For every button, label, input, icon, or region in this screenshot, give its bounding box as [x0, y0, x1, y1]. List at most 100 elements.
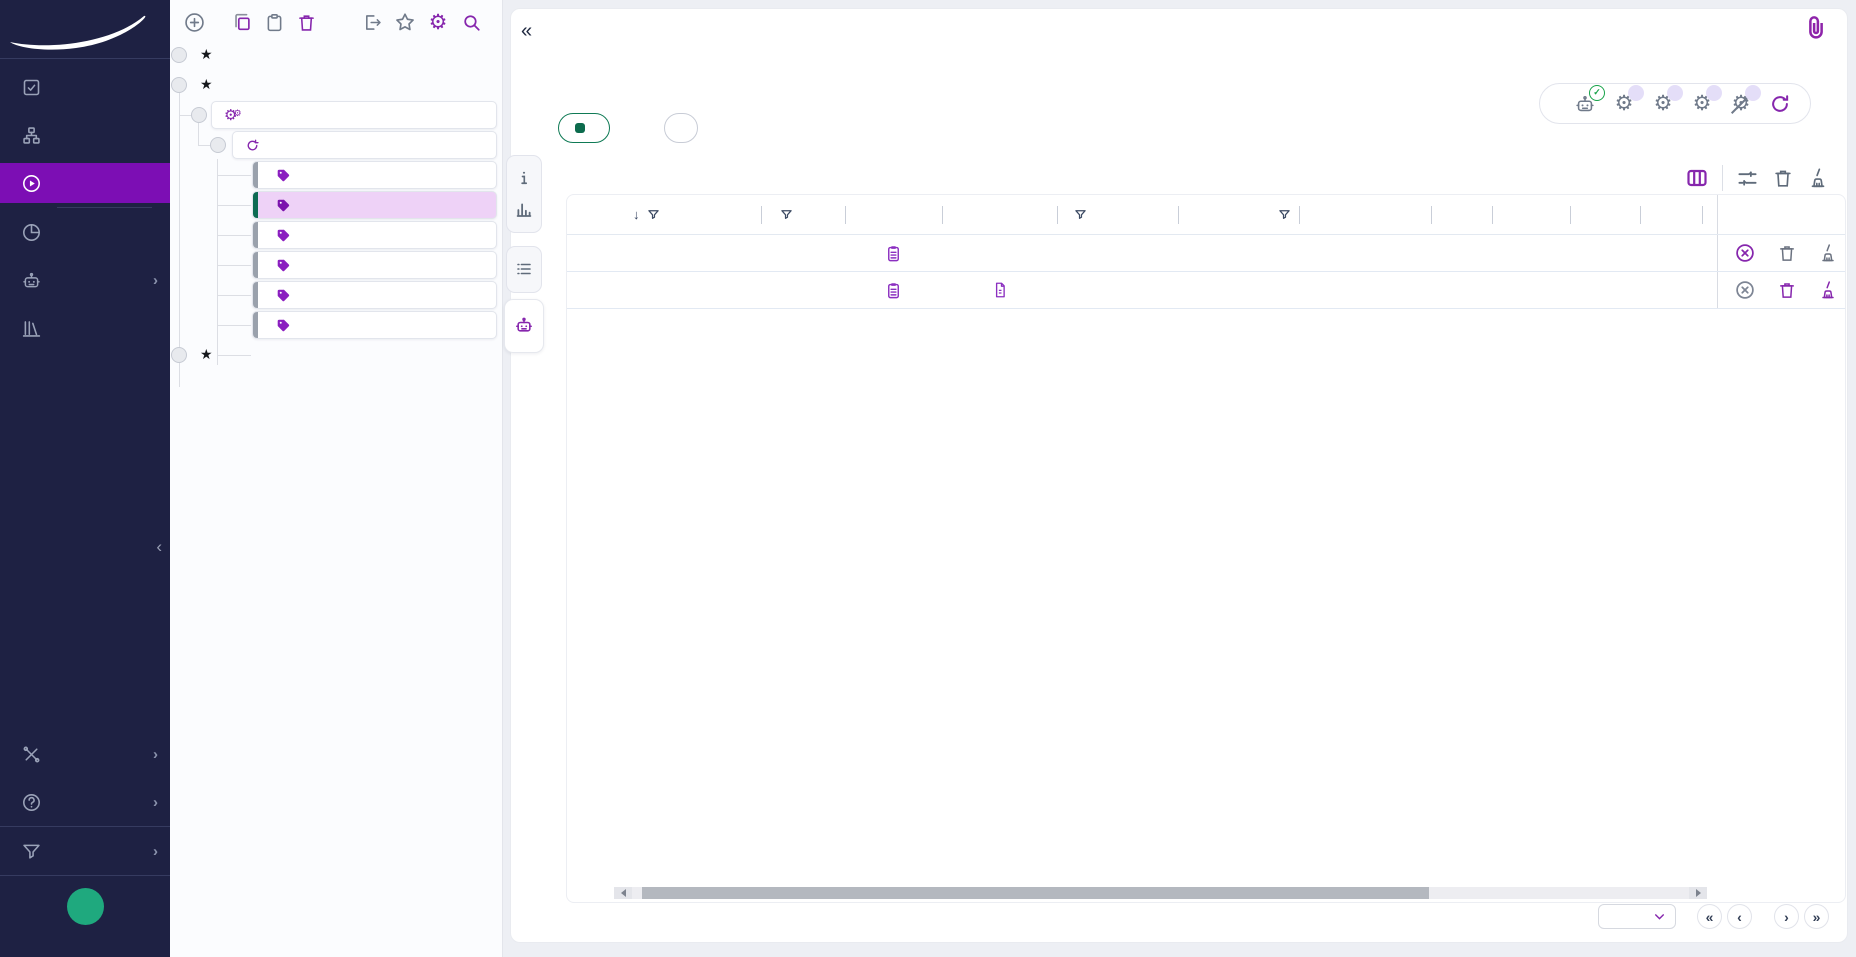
attachments-paperclip-icon[interactable]	[1801, 11, 1831, 45]
page-size-select[interactable]	[1598, 904, 1676, 929]
done-button[interactable]	[664, 113, 698, 143]
previous-page-button[interactable]: ‹	[1727, 904, 1752, 929]
tab-information[interactable]	[515, 169, 533, 187]
execution-status-button[interactable]	[558, 113, 610, 143]
cell-created-by	[1057, 272, 1178, 308]
tree-settings-gear-icon[interactable]: ⚙	[425, 9, 451, 35]
col-modified-on[interactable]	[1299, 195, 1431, 234]
automation-server-robot-icon[interactable]: ✓	[1573, 92, 1597, 116]
cell-other	[1640, 272, 1702, 308]
collapse-toggle-icon[interactable]	[171, 77, 187, 93]
tree-row-suite[interactable]	[170, 220, 502, 250]
col-created-by[interactable]	[1057, 195, 1178, 234]
tab-dashboard[interactable]	[515, 201, 533, 219]
stop-execution-icon[interactable]	[1734, 242, 1756, 264]
sidebar-item-automation[interactable]: ›	[0, 256, 170, 304]
cell-nb-of-itpi	[1431, 235, 1492, 271]
tab-executions[interactable]	[515, 260, 533, 280]
sidebar-item-project-filter[interactable]: ›	[0, 827, 170, 875]
tree-row-project[interactable]: ★	[170, 70, 502, 100]
expand-toggle-icon[interactable]	[171, 47, 187, 63]
collapse-toggle-icon[interactable]	[210, 137, 226, 153]
copy-icon[interactable]	[229, 9, 255, 35]
details-clipboard-icon[interactable]	[884, 244, 903, 263]
tree-row-campaign-folder[interactable]: ⚙⚙	[170, 100, 502, 130]
col-truncated	[1702, 195, 1717, 234]
environments-pending-gear-icon[interactable]: ⚙	[1690, 92, 1714, 116]
col-failure[interactable]	[1570, 195, 1640, 234]
sidebar-item-administration[interactable]: ›	[0, 730, 170, 778]
tree-row-suite[interactable]	[170, 160, 502, 190]
col-status[interactable]	[761, 195, 845, 234]
sidebar-item-requirements[interactable]	[0, 63, 170, 111]
scroll-right-icon[interactable]	[1689, 887, 1707, 899]
col-launched-from[interactable]	[1178, 195, 1299, 234]
export-icon[interactable]	[359, 9, 385, 35]
environments-sync-gear-icon[interactable]: ⚙	[1651, 92, 1675, 116]
sort-desc-icon[interactable]: ↓	[633, 207, 640, 222]
cell-truncated	[1702, 272, 1717, 308]
filter-funnel-icon[interactable]	[1074, 208, 1087, 221]
squash-logo[interactable]	[0, 0, 170, 58]
iteration-card: « ✓ ⚙	[510, 8, 1848, 943]
tree-row-suite-selected[interactable]	[170, 190, 502, 220]
clean-suite-broom-icon[interactable]	[1818, 280, 1838, 300]
col-created-on[interactable]: ↓	[627, 195, 761, 234]
filter-funnel-icon[interactable]	[780, 208, 793, 221]
filter-funnel-icon[interactable]	[1278, 208, 1291, 221]
cell-other	[1640, 235, 1702, 271]
collapse-sidebar-icon[interactable]: ‹	[152, 533, 166, 561]
stop-execution-icon[interactable]	[1734, 279, 1756, 301]
tree-row-project[interactable]: ★	[170, 340, 502, 370]
col-nb-of-itpi[interactable]	[1431, 195, 1492, 234]
filter-funnel-icon[interactable]	[647, 208, 660, 221]
tree-row-iteration[interactable]	[170, 130, 502, 160]
details-clipboard-icon[interactable]	[884, 281, 903, 300]
environments-disabled-gear-icon[interactable]: ⚙	[1729, 92, 1753, 116]
clean-suite-broom-icon[interactable]	[1818, 243, 1838, 263]
delete-icon[interactable]	[293, 9, 319, 35]
tab-automated-suites[interactable]	[514, 315, 534, 337]
first-page-button[interactable]: «	[1697, 904, 1722, 929]
refresh-environments-icon[interactable]	[1768, 92, 1792, 116]
sidebar-item-help[interactable]: ›	[0, 778, 170, 826]
add-icon[interactable]	[181, 9, 207, 35]
columns-icon[interactable]	[1685, 166, 1709, 190]
paste-icon[interactable]	[261, 9, 287, 35]
search-icon[interactable]	[458, 9, 484, 35]
tree-row-project[interactable]: ★	[170, 40, 502, 70]
expand-toggle-icon[interactable]	[171, 347, 187, 363]
sidebar-item-reporting[interactable]	[0, 208, 170, 256]
report-document-icon[interactable]	[991, 281, 1009, 299]
tree-row-suite[interactable]	[170, 310, 502, 340]
main-panel: « ✓ ⚙	[503, 0, 1856, 957]
collapse-toggle-icon[interactable]	[191, 107, 207, 123]
col-report[interactable]	[942, 195, 1057, 234]
delete-suite-icon[interactable]	[1777, 243, 1797, 263]
col-other[interactable]	[1640, 195, 1702, 234]
tree-row-suite[interactable]	[170, 250, 502, 280]
sidebar-item-campaigns[interactable]	[0, 163, 170, 203]
next-page-button[interactable]: ›	[1774, 904, 1799, 929]
check-badge-icon: ✓	[1589, 85, 1605, 101]
sidebar-item-test-cases[interactable]	[0, 111, 170, 159]
horizontal-scrollbar[interactable]	[614, 887, 1707, 899]
tree-row-suite[interactable]	[170, 280, 502, 310]
favorites-star-icon[interactable]	[392, 9, 418, 35]
delete-suite-icon[interactable]	[1777, 280, 1797, 300]
table-row[interactable]	[567, 272, 1845, 309]
sidebar-item-action-words[interactable]	[0, 304, 170, 352]
user-avatar[interactable]	[67, 888, 104, 925]
col-details[interactable]	[845, 195, 942, 234]
delete-suites-icon[interactable]	[1772, 167, 1794, 189]
scroll-left-icon[interactable]	[614, 887, 632, 899]
last-page-button[interactable]: »	[1804, 904, 1829, 929]
row-filter-icon[interactable]	[1736, 167, 1759, 190]
collapse-panel-icon[interactable]: «	[521, 20, 532, 43]
clean-suites-broom-icon[interactable]	[1807, 167, 1829, 189]
environments-gear-icon[interactable]: ⚙	[1612, 92, 1636, 116]
scrollbar-thumb[interactable]	[642, 887, 1429, 899]
campaigns-icon	[20, 172, 42, 194]
table-row[interactable]	[567, 235, 1845, 272]
col-success[interactable]	[1492, 195, 1570, 234]
